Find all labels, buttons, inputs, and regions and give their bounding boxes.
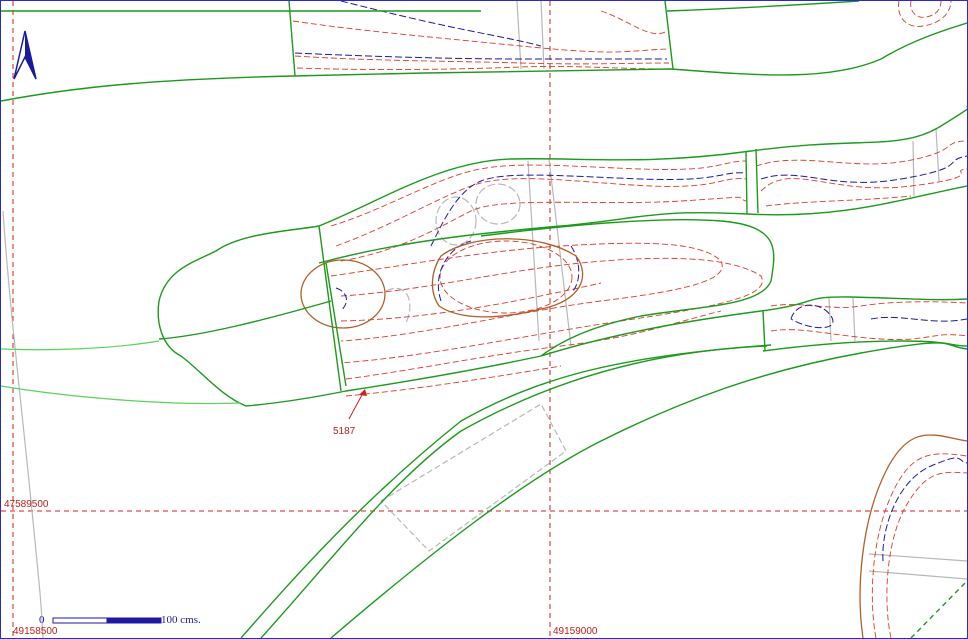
scale-end-label: 100 cms.	[161, 614, 201, 626]
blue-inner-1	[437, 240, 472, 302]
blue-depression	[335, 287, 347, 312]
parcel-top-box	[288, 1, 674, 77]
contour-lowright-1	[871, 453, 967, 638]
brown-lowright	[859, 434, 967, 638]
contour-topright-1	[898, 1, 952, 27]
contour-east-1	[755, 140, 967, 167]
northing-label: 47589500	[4, 499, 49, 510]
parcel-annotation[interactable]: 5187	[333, 389, 367, 437]
scale-bar-solid	[106, 617, 162, 624]
parcel-west-lobe	[157, 225, 542, 407]
contour-top-2	[294, 55, 670, 65]
scale-start-label: 0	[39, 614, 45, 626]
contour-eastlow-1	[770, 301, 967, 308]
blue-eastlow-2	[870, 316, 967, 322]
parcel-5187-edge-1	[318, 225, 342, 392]
brown-depression-left	[300, 259, 386, 329]
right-road-edge-1	[935, 128, 940, 182]
road-band-upper	[260, 345, 768, 638]
east-strip-cross-1	[828, 297, 832, 342]
annotation-arrowhead-icon	[359, 389, 367, 396]
red-contours	[292, 1, 967, 638]
easting-label-center: 49159000	[553, 626, 598, 637]
contour-mid-1	[330, 160, 747, 227]
parcel-mid-lower	[318, 185, 967, 264]
brown-outlines	[300, 238, 967, 638]
blue-inner-2	[570, 245, 580, 292]
contour-east-3	[765, 195, 912, 207]
parcel-mid-cross-2	[755, 148, 759, 214]
mid-road-edge-1	[527, 160, 540, 342]
contour-topright-2	[910, 1, 942, 18]
road-band-lower	[330, 342, 967, 638]
parcel-mid-upper	[318, 106, 967, 227]
parcel-outlines	[1, 1, 967, 638]
right-road-edge-2	[912, 140, 915, 197]
gray-paths	[2, 1, 967, 638]
light-green-upper	[1, 340, 160, 351]
annotation-arrow-line	[348, 392, 364, 420]
lower-right-road-2	[868, 570, 967, 580]
gray-circles	[385, 183, 521, 324]
mid-road-edge-2	[548, 158, 572, 347]
north-arrow-icon	[13, 30, 37, 80]
easting-label-left: 49158500	[13, 626, 58, 637]
light-green-lines	[1, 340, 242, 405]
contour-top-3	[296, 66, 670, 70]
blue-top-1	[340, 1, 542, 47]
parcel-mid-cross-1	[745, 150, 748, 215]
blue-top-2	[294, 52, 667, 60]
gray-circle-1	[475, 183, 521, 225]
contour-top-4	[600, 10, 668, 35]
parcel-5187-edge-2	[325, 262, 347, 387]
contour-top-1	[292, 20, 668, 53]
lower-right-road-1	[868, 553, 967, 562]
contour-east-2	[760, 168, 967, 192]
gray-circle-2	[435, 196, 477, 246]
parcel-id-label: 5187	[333, 426, 356, 437]
scale-bar-hollow	[52, 617, 108, 624]
light-green-lower	[1, 385, 242, 405]
map-canvas[interactable]: 5187 47589500 49158500 49159000 0 100 cm…	[0, 0, 968, 639]
grid-lines	[1, 1, 967, 638]
contour-eastlow-2	[770, 329, 967, 340]
left-edge-path	[2, 210, 44, 638]
blue-eastlow-1	[790, 304, 834, 329]
contour-lobe-5	[345, 365, 562, 397]
parcel-topright-edge	[666, 1, 860, 12]
scale-bar: 0 100 cms.	[39, 614, 201, 626]
parcel-west-inner	[158, 300, 332, 340]
map-svg[interactable]: 5187 47589500 49158500 49159000 0 100 cm…	[1, 1, 967, 638]
blue-lowright	[882, 457, 967, 562]
parcel-lowright-dashed	[910, 580, 967, 638]
east-strip-cross-2	[852, 297, 856, 342]
road-band-left	[240, 344, 772, 638]
parcel-top-band	[1, 22, 967, 102]
contour-lobe-4	[345, 310, 722, 380]
